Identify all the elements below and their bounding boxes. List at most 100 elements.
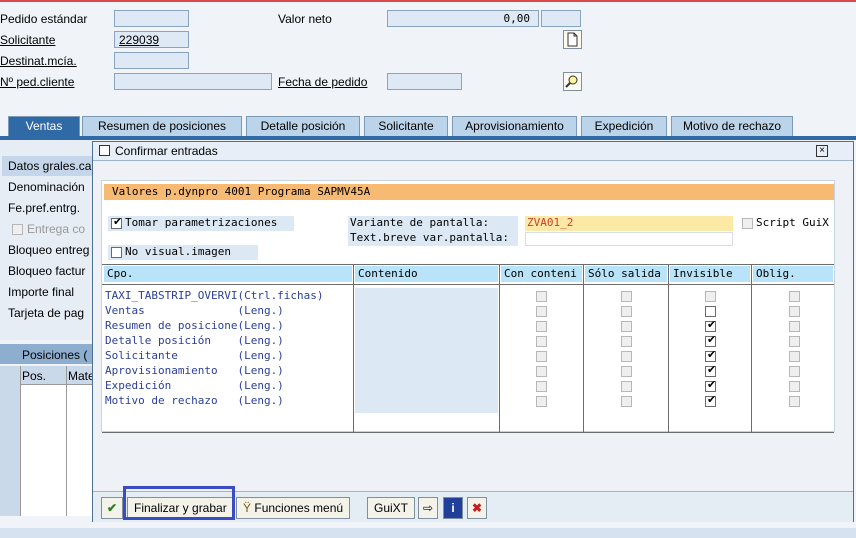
export-icon[interactable]: ⇨ [418, 497, 438, 519]
col-solo-salida: Sólo salida [585, 266, 667, 282]
table-bottom-line [102, 432, 834, 433]
left-row: Denominación [8, 180, 85, 194]
variante-label: Variante de pantalla: [350, 216, 490, 229]
con-contenido-checkbox [536, 366, 547, 377]
no-visual-checkbox[interactable] [111, 247, 122, 258]
close-icon[interactable]: × [816, 145, 828, 157]
funciones-menu-button[interactable]: Ÿ Funciones menú [236, 497, 351, 519]
confirm-check-button[interactable]: ✔ [101, 497, 123, 519]
no-visual-label: No visual.imagen [125, 245, 231, 258]
invisible-checkbox [705, 291, 716, 302]
col-divider [499, 264, 500, 432]
oblig-checkbox [789, 321, 800, 332]
banner-text: Valores p.dynpro 4001 Programa SAPMV45A [112, 185, 371, 198]
posiciones-label: Posiciones ( [22, 348, 88, 362]
col-invisible: Invisible [670, 266, 750, 282]
table-row-label: Ventas (Leng.) [105, 304, 284, 317]
currency-field[interactable] [541, 10, 581, 27]
funnel-icon: Ÿ [243, 501, 252, 515]
fecha-label[interactable]: Fecha de pedido [278, 75, 367, 89]
left-row: Datos grales.ca [8, 159, 92, 173]
con-contenido-checkbox [536, 351, 547, 362]
con-contenido-checkbox [536, 381, 547, 392]
tab-resumen-posiciones[interactable]: Resumen de posiciones [82, 116, 242, 136]
tab-motivo-rechazo[interactable]: Motivo de rechazo [671, 116, 793, 136]
tab-aprovisionamiento[interactable]: Aprovisionamiento [452, 116, 577, 136]
entrega-checkbox[interactable] [12, 224, 23, 235]
tab-underline [0, 136, 856, 140]
ped-cliente-label[interactable]: Nº ped.cliente [0, 75, 74, 89]
dialog-panel: Valores p.dynpro 4001 Programa SAPMV45A … [101, 180, 835, 433]
solo-salida-checkbox [621, 291, 632, 302]
check-icon: ✔ [707, 334, 717, 346]
invisible-checkbox[interactable]: ✔ [705, 379, 717, 392]
check-icon: ✔ [707, 379, 717, 391]
con-contenido-checkbox [536, 321, 547, 332]
table-row-label: Detalle posición (Leng.) [105, 334, 284, 347]
dialog-icon [99, 145, 110, 156]
table-row-label: TAXI_TABSTRIP_OVERVI(Ctrl.fichas) [105, 289, 324, 302]
search-icon[interactable] [563, 72, 582, 91]
solo-salida-checkbox [621, 396, 632, 407]
con-contenido-checkbox [536, 396, 547, 407]
solo-salida-checkbox [621, 351, 632, 362]
info-icon[interactable]: i [443, 497, 463, 519]
table-row-label: Resumen de posicione(Leng.) [105, 319, 284, 332]
tab-ventas[interactable]: Ventas [8, 116, 80, 136]
solicitante-label[interactable]: Solicitante [0, 33, 55, 47]
text-breve-input[interactable] [525, 232, 733, 246]
solo-salida-checkbox [621, 381, 632, 392]
highlight-box [123, 486, 235, 520]
tomar-checkbox[interactable]: ✔ [111, 216, 122, 229]
oblig-checkbox [789, 336, 800, 347]
oblig-checkbox [789, 351, 800, 362]
col-contenido: Contenido [355, 266, 498, 282]
tomar-label: Tomar parametrizaciones [125, 216, 278, 229]
confirm-dialog: Confirmar entradas × Valores p.dynpro 40… [92, 141, 854, 522]
grid-divider [66, 366, 67, 516]
oblig-checkbox [789, 381, 800, 392]
bottom-strip [0, 528, 856, 538]
table-row-label: Aprovisionamiento (Leng.) [105, 364, 284, 377]
fecha-field[interactable] [387, 73, 462, 90]
col-divider [668, 264, 669, 432]
oblig-checkbox [789, 291, 800, 302]
header-bottom-line [102, 284, 834, 285]
solo-salida-checkbox [621, 336, 632, 347]
left-panel: Datos grales.ca Denominación Fe.pref.ent… [0, 140, 93, 340]
tab-solicitante[interactable]: Solicitante [364, 116, 448, 136]
valor-neto-field[interactable]: 0,00 [387, 10, 539, 27]
left-row: Bloqueo factur [8, 264, 86, 278]
con-contenido-checkbox [536, 306, 547, 317]
check-icon: ✔ [707, 364, 717, 376]
invisible-checkbox[interactable]: ✔ [705, 334, 717, 347]
script-label: Script GuiX [756, 216, 829, 229]
invisible-checkbox[interactable]: ✔ [705, 364, 717, 377]
script-checkbox[interactable] [742, 218, 753, 229]
check-icon: ✔ [707, 394, 717, 406]
solicitante-field[interactable]: 229039 [114, 31, 189, 48]
tab-expedicion[interactable]: Expedición [581, 116, 667, 136]
left-row: Importe final [8, 285, 75, 299]
col-campo: Cpo. [104, 266, 352, 282]
contenido-shade [355, 288, 498, 413]
pedido-field[interactable] [114, 10, 189, 27]
tab-detalle-posicion[interactable]: Detalle posición [246, 116, 360, 136]
invisible-checkbox[interactable]: ✔ [705, 319, 716, 332]
invisible-checkbox[interactable]: ✔ [705, 349, 717, 362]
destinat-label[interactable]: Destinat.mcía. [0, 54, 77, 68]
check-icon: ✔ [707, 349, 717, 361]
document-icon[interactable] [563, 30, 582, 49]
solo-salida-checkbox [621, 321, 632, 332]
destinat-field[interactable] [114, 52, 189, 69]
ped-cliente-field[interactable] [114, 73, 272, 90]
variante-input[interactable]: ZVA01_2 [525, 216, 733, 231]
cancel-icon[interactable]: ✖ [467, 497, 487, 519]
invisible-checkbox[interactable]: ✔ [705, 394, 717, 407]
left-row: Fe.pref.entrg. [8, 201, 81, 215]
guixt-button[interactable]: GuiXT [367, 497, 416, 519]
invisible-checkbox[interactable] [705, 306, 716, 317]
top-border [0, 0, 856, 2]
oblig-checkbox [789, 366, 800, 377]
text-breve-label: Text.breve var.pantalla: [350, 231, 509, 244]
